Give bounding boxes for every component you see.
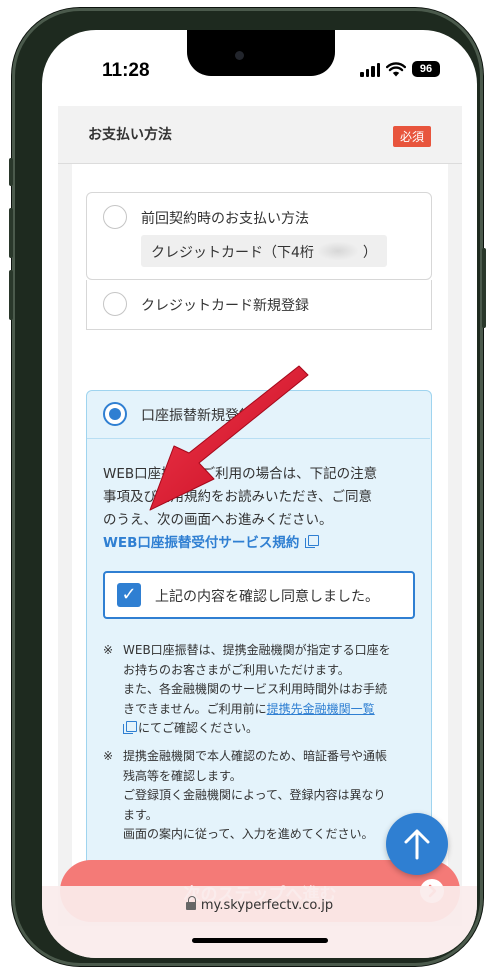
volume-down-button — [9, 270, 13, 320]
notice-line: 提携金融機関で本人確認のため、暗証番号や通帳 — [123, 749, 388, 763]
agree-checkbox-row[interactable]: ✓ 上記の内容を確認し同意しました。 — [103, 571, 415, 619]
terms-link-label: WEB口座振替受付サービス規約 — [103, 535, 300, 551]
notice-line: WEB口座振替は、提携金融機関が指定する口座を — [123, 643, 391, 657]
agree-checkbox[interactable]: ✓ — [117, 583, 141, 607]
option-previous-payment[interactable]: 前回契約時のお支払い方法 クレジットカード（下4桁 ） — [86, 192, 432, 280]
section-title: お支払い方法 — [88, 127, 172, 143]
bank-transfer-description: WEB口座振替をご利用の場合は、下記の注意 事項及び利用規約をお読みいただき、ご… — [103, 463, 419, 532]
notice-line: また、各金融機関のサービス利用時間外はお手続 — [123, 682, 388, 696]
notice-line: 画面の案内に従って、入力を進めてください。 — [123, 827, 374, 841]
masked-card-digits — [318, 242, 359, 260]
dynamic-island — [187, 30, 335, 76]
home-indicator[interactable] — [192, 938, 328, 943]
scroll-to-top-button[interactable] — [386, 813, 448, 875]
browser-url-bar[interactable]: my.skyperfectv.co.jp — [42, 886, 477, 958]
option-bank-transfer: 口座振替新規登録 WEB口座振替をご利用の場合は、下記の注意 事項及び利用規約を… — [86, 390, 432, 866]
url-display: my.skyperfectv.co.jp — [42, 896, 477, 913]
wifi-icon — [386, 61, 406, 76]
status-icons: 96 — [360, 61, 440, 77]
terms-link[interactable]: WEB口座振替受付サービス規約 — [103, 531, 320, 551]
radio-previous-payment[interactable] — [103, 205, 127, 229]
option-new-credit-card[interactable]: クレジットカード新規登録 — [86, 280, 432, 330]
lock-icon — [185, 896, 196, 910]
notice-mark: ※ — [103, 643, 114, 657]
option-label: 前回契約時のお支払い方法 — [141, 211, 309, 227]
option-label: 口座振替新規登録 — [141, 408, 253, 424]
partner-banks-link[interactable]: 提携先金融機関一覧 — [267, 702, 375, 716]
url-text: my.skyperfectv.co.jp — [200, 898, 334, 913]
mute-switch — [9, 158, 13, 186]
radio-bank-transfer[interactable] — [103, 402, 127, 426]
card-info-prefix: クレジットカード（下4桁 — [151, 245, 314, 261]
option-bank-transfer-header[interactable]: 口座振替新規登録 — [87, 391, 430, 439]
notice-mark: ※ — [103, 749, 114, 763]
phone-frame: 11:28 96 お支払い方法 必須 前回契約時のお支払い方法 クレジットカード… — [9, 8, 486, 966]
option-label: クレジットカード新規登録 — [141, 298, 309, 314]
battery-icon: 96 — [412, 61, 440, 77]
description-line: WEB口座振替をご利用の場合は、下記の注意 — [103, 466, 378, 482]
arrow-up-icon — [404, 829, 430, 860]
status-time: 11:28 — [102, 60, 150, 81]
payment-options: 前回契約時のお支払い方法 クレジットカード（下4桁 ） クレジットカード新規登録 — [72, 164, 448, 884]
phone-screen: 11:28 96 お支払い方法 必須 前回契約時のお支払い方法 クレジットカード… — [42, 30, 477, 958]
previous-card-info: クレジットカード（下4桁 ） — [141, 235, 387, 267]
external-link-icon — [305, 534, 320, 548]
card-info-suffix: ） — [362, 245, 377, 261]
notice-2: ※ 提携金融機関で本人確認のため、暗証番号や通帳 残高等を確認します。 ご登録頂… — [103, 747, 423, 845]
payment-page: お支払い方法 必須 前回契約時のお支払い方法 クレジットカード（下4桁 ） クレ… — [58, 106, 462, 926]
notice-line: 残高等を確認します。 — [123, 768, 242, 783]
notice-line: ます。 — [123, 807, 158, 822]
notice-line: ご登録頂く金融機関によって、登録内容は異なり — [123, 788, 386, 802]
signal-icon — [360, 62, 380, 77]
radio-new-credit-card[interactable] — [103, 292, 127, 316]
front-camera — [235, 51, 244, 60]
notice-1: ※ WEB口座振替は、提携金融機関が指定する口座を お持ちのお客さまがご利用いた… — [103, 641, 423, 739]
notice-line: にてご確認ください。 — [138, 721, 259, 735]
notice-line: きできません。ご利用前に — [123, 701, 267, 716]
required-badge: 必須 — [393, 126, 432, 147]
external-link-icon — [123, 721, 137, 734]
notice-line: お持ちのお客さまがご利用いただけます。 — [123, 662, 350, 677]
description-line: のうえ、次の画面へお進みください。 — [103, 512, 333, 528]
agree-label: 上記の内容を確認し同意しました。 — [155, 589, 379, 605]
description-line: 事項及び利用規約をお読みいただき、ご同意 — [103, 489, 373, 505]
section-header: お支払い方法 必須 — [58, 106, 462, 164]
volume-up-button — [9, 208, 13, 258]
power-button — [482, 248, 486, 328]
